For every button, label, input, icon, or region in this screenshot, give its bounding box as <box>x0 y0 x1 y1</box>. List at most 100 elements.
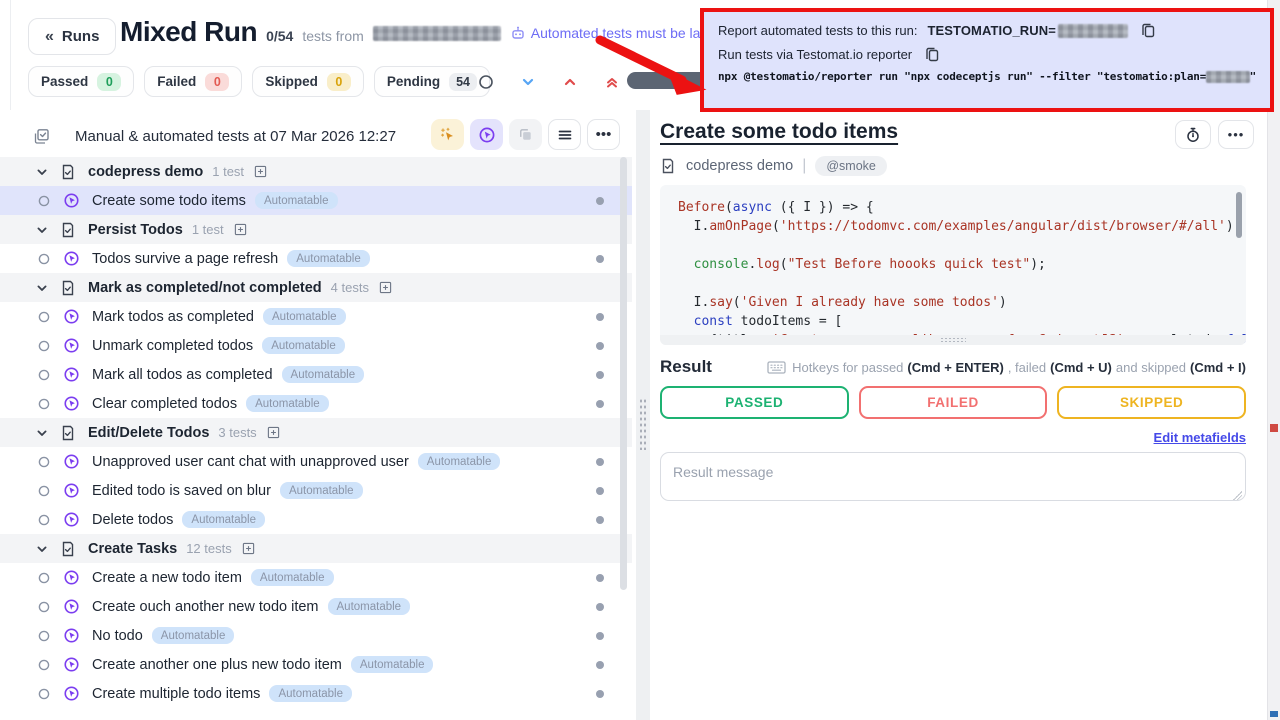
group-label: Mark as completed/not completed <box>88 280 322 296</box>
test-status-circle-icon[interactable] <box>38 340 50 352</box>
group-row[interactable]: codepress demo 1 test <box>0 157 632 186</box>
filter-chip-pending[interactable]: Pending54 <box>374 66 490 97</box>
scrollbar-marker-blue <box>1270 711 1278 717</box>
automatable-badge: Automatable <box>262 337 345 354</box>
edit-metafields-link[interactable]: Edit metafields <box>1154 430 1246 445</box>
chevron-down-icon[interactable] <box>36 166 48 178</box>
test-status-circle-icon[interactable] <box>38 601 50 613</box>
test-status-circle-icon[interactable] <box>38 369 50 381</box>
group-row[interactable]: Persist Todos 1 test <box>0 215 632 244</box>
test-status-circle-icon[interactable] <box>38 311 50 323</box>
hotkey-text: , failed <box>1008 360 1046 375</box>
detail-toolbar: ••• <box>1175 120 1254 149</box>
group-row[interactable]: Edit/Delete Todos 3 tests <box>0 418 632 447</box>
test-row[interactable]: Create a new todo item Automatable <box>0 563 632 592</box>
test-row[interactable]: Clear completed todos Automatable <box>0 389 632 418</box>
add-test-icon[interactable] <box>254 165 267 178</box>
list-more-button[interactable]: ••• <box>587 119 620 150</box>
list-scrollbar-thumb[interactable] <box>620 157 627 590</box>
test-row[interactable]: Create some todo items Automatable <box>0 186 632 215</box>
test-status-circle-icon[interactable] <box>38 398 50 410</box>
test-row[interactable]: Delete todos Automatable <box>0 505 632 534</box>
hotkeys-hint: Hotkeys for passed (Cmd + ENTER) , faile… <box>767 360 1246 375</box>
add-test-icon[interactable] <box>267 426 280 439</box>
group-label: codepress demo <box>88 164 203 180</box>
add-test-icon[interactable] <box>234 223 247 236</box>
group-label: Edit/Delete Todos <box>88 425 209 441</box>
hotkey-text: and skipped <box>1116 360 1186 375</box>
status-dot <box>596 661 604 669</box>
ellipsis-icon: ••• <box>1228 127 1245 142</box>
suite-name[interactable]: codepress demo <box>686 158 793 174</box>
test-title[interactable]: Create some todo items <box>660 120 898 144</box>
test-row[interactable]: Mark all todos as completed Automatable <box>0 360 632 389</box>
test-status-circle-icon[interactable] <box>38 572 50 584</box>
copy-reporter-command-icon[interactable] <box>924 46 941 63</box>
magic-cursor-button[interactable] <box>431 119 464 150</box>
test-status-circle-icon[interactable] <box>38 659 50 671</box>
list-menu-button[interactable] <box>548 119 581 150</box>
filter-chip-failed[interactable]: Failed0 <box>144 66 242 97</box>
filter-chip-passed[interactable]: Passed0 <box>28 66 134 97</box>
skipped-button[interactable]: SKIPPED <box>1057 386 1246 419</box>
npx-command-line: npx @testomatio/reporter run "npx codece… <box>718 70 1256 83</box>
test-status-circle-icon[interactable] <box>38 456 50 468</box>
status-dot <box>596 400 604 408</box>
group-test-count: 12 tests <box>186 541 232 556</box>
test-row[interactable]: Create multiple todo items Automatable <box>0 679 632 708</box>
test-status-circle-icon[interactable] <box>38 514 50 526</box>
detail-more-button[interactable]: ••• <box>1218 120 1254 149</box>
group-row[interactable]: Create Tasks 12 tests <box>0 534 632 563</box>
group-test-count: 3 tests <box>218 425 256 440</box>
test-status-circle-icon[interactable] <box>38 688 50 700</box>
test-row[interactable]: Mark todos as completed Automatable <box>0 302 632 331</box>
test-status-circle-icon[interactable] <box>38 253 50 265</box>
test-row[interactable]: Unmark completed todos Automatable <box>0 331 632 360</box>
double-chevron-up-icon[interactable] <box>604 74 620 90</box>
chevron-down-icon[interactable] <box>520 74 536 90</box>
filter-label: Failed <box>157 74 196 89</box>
code-scrollbar-thumb[interactable] <box>1236 192 1242 238</box>
group-row[interactable]: Mark as completed/not completed 4 tests <box>0 273 632 302</box>
test-row[interactable]: Todos survive a page refresh Automatable <box>0 244 632 273</box>
test-status-circle-icon[interactable] <box>38 630 50 642</box>
tag-badge[interactable]: @smoke <box>815 156 887 176</box>
back-to-runs-button[interactable]: « Runs <box>28 18 116 55</box>
timer-button[interactable] <box>1175 120 1211 149</box>
passed-button[interactable]: PASSED <box>660 386 849 419</box>
add-test-icon[interactable] <box>242 542 255 555</box>
clipboard-check-icon <box>32 127 51 146</box>
automated-tests-toggle-button[interactable] <box>470 119 503 150</box>
copy-run-id-icon[interactable] <box>1140 22 1157 39</box>
npx-command-suffix: " <box>1250 70 1256 83</box>
test-row[interactable]: No todo Automatable <box>0 621 632 650</box>
chevron-down-icon[interactable] <box>36 427 48 439</box>
chevron-up-icon[interactable] <box>562 74 578 90</box>
filter-chip-skipped[interactable]: Skipped0 <box>252 66 364 97</box>
result-message-input[interactable] <box>660 452 1246 501</box>
failed-button[interactable]: FAILED <box>859 386 1048 419</box>
test-row[interactable]: Edited todo is saved on blur Automatable <box>0 476 632 505</box>
stopwatch-icon <box>1185 127 1201 143</box>
test-label: Create multiple todo items <box>92 686 260 702</box>
untested-filter-icon[interactable] <box>478 74 494 90</box>
panel-splitter[interactable] <box>636 110 650 720</box>
test-row[interactable]: Create another one plus new todo item Au… <box>0 650 632 679</box>
chevron-down-icon[interactable] <box>36 543 48 555</box>
test-status-circle-icon[interactable] <box>38 195 50 207</box>
test-code-block[interactable]: Before(async ({ I }) => { I.amOnPage('ht… <box>660 185 1246 345</box>
sparkle-cursor-icon <box>439 126 457 144</box>
automatable-badge: Automatable <box>246 395 329 412</box>
test-status-circle-icon[interactable] <box>38 485 50 497</box>
test-row[interactable]: Create ouch another new todo item Automa… <box>0 592 632 621</box>
automatable-badge: Automatable <box>182 511 265 528</box>
status-dot <box>596 487 604 495</box>
test-row[interactable]: Unapproved user cant chat with unapprove… <box>0 447 632 476</box>
copy-tests-button[interactable] <box>509 119 542 150</box>
code-line: I.say('Given I already have some todos') <box>678 293 1228 312</box>
code-resize-handle[interactable] <box>660 335 1246 345</box>
chevron-down-icon[interactable] <box>36 282 48 294</box>
chevron-down-icon[interactable] <box>36 224 48 236</box>
add-test-icon[interactable] <box>379 281 392 294</box>
redacted-run-id <box>1058 24 1128 38</box>
